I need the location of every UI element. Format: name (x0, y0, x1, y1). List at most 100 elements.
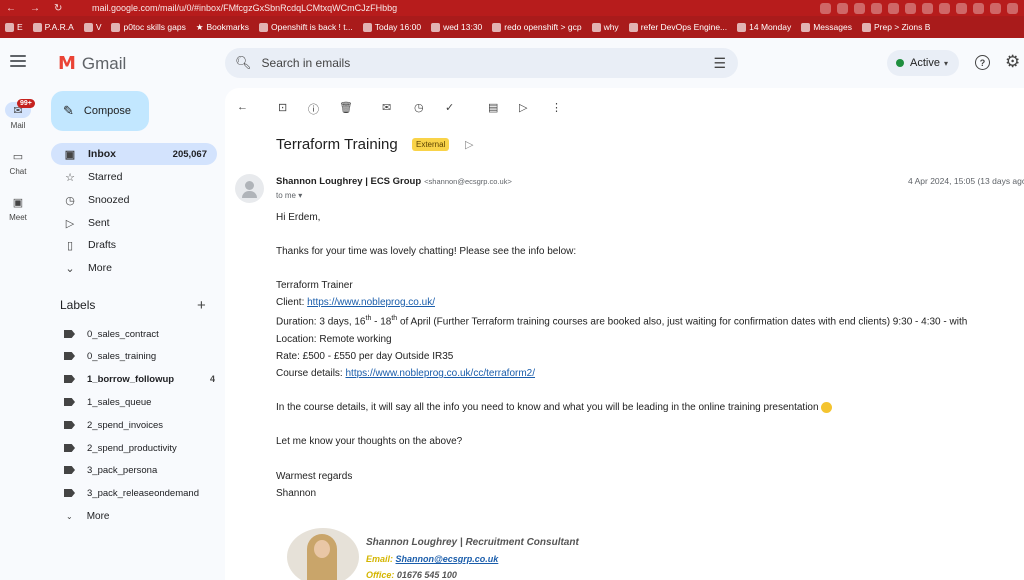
extension-icon[interactable] (1007, 2, 1018, 14)
email-signoff: Shannon (276, 488, 317, 499)
extension-icon[interactable] (871, 2, 882, 14)
label-item[interactable]: 0_sales_training (60, 346, 215, 366)
bookmark[interactable]: why (587, 22, 624, 32)
course-link[interactable]: https://www.nobleprog.co.uk/cc/terraform… (345, 368, 535, 379)
label-item[interactable]: 3_pack_persona (60, 460, 215, 480)
label-item[interactable]: 2_spend_productivity (60, 438, 215, 458)
sidebar-item-drafts[interactable]: ▯ Drafts (51, 234, 217, 256)
bookmarks-bar: E P.A.R.A V p0toc skills gaps ★ Bookmarks… (0, 16, 1024, 38)
reload-icon[interactable]: ↻ (54, 3, 62, 14)
back-icon[interactable]: ← (6, 3, 16, 14)
sender-avatar[interactable] (235, 174, 264, 203)
gmail-icon (737, 22, 747, 32)
extension-icon[interactable] (973, 2, 984, 14)
bookmark[interactable]: ★ Bookmarks (191, 22, 254, 33)
extension-icon[interactable] (888, 2, 899, 14)
move-to-icon[interactable]: ▤ (488, 101, 498, 114)
rail-chat[interactable]: ▭ Chat (0, 148, 36, 177)
bookmark[interactable]: E (0, 22, 28, 32)
extension-icon[interactable] (854, 2, 865, 14)
bookmark[interactable]: refer DevOps Engine... (624, 22, 732, 32)
clock-icon: ◷ (65, 194, 75, 207)
bookmark[interactable]: Messages (796, 22, 857, 32)
search-input[interactable]: Search in emails (262, 56, 351, 70)
rail-meet[interactable]: ▣ Meet (0, 194, 36, 223)
rail-mail[interactable]: ✉ 99+ Mail (0, 99, 36, 130)
labels-more[interactable]: ⌄ More (60, 511, 110, 522)
more-options-icon[interactable]: ⋮ (551, 101, 562, 114)
extension-icon[interactable] (905, 2, 916, 14)
extension-icons (820, 2, 1024, 14)
help-icon[interactable]: ? (975, 55, 990, 70)
extension-icon[interactable] (990, 2, 1001, 14)
gear-icon[interactable]: ⚙ (1005, 52, 1020, 72)
gmail-logo[interactable]: M Gmail (58, 53, 126, 74)
gmail-icon (628, 22, 638, 32)
mark-unread-icon[interactable]: ✉ (382, 101, 391, 114)
email-regards: Warmest regards (276, 471, 353, 482)
delete-icon[interactable]: 🗑︎ (339, 101, 353, 114)
gmail-icon (362, 22, 372, 32)
bookmark[interactable]: Openshift is back ! t... (254, 22, 358, 32)
email-rate: Rate: £500 - £550 per day Outside IR35 (276, 351, 454, 362)
snooze-icon[interactable]: ◷ (414, 101, 424, 114)
sidebar-item-more[interactable]: ⌄ More (51, 257, 217, 279)
browser-url-bar: ← → ↻ mail.google.com/mail/u/0/#inbox/FM… (0, 0, 1024, 16)
sender-name[interactable]: Shannon Loughrey | ECS Group <shannon@ecs… (276, 176, 512, 187)
forward-icon[interactable]: → (30, 3, 40, 14)
extension-icon[interactable] (956, 2, 967, 14)
label-item[interactable]: 3_pack_releaseondemand (60, 483, 215, 503)
search-options-icon[interactable]: ☰ (713, 55, 726, 72)
label-item[interactable]: 2_spend_invoices (60, 415, 215, 435)
sidebar-item-starred[interactable]: ☆ Starred (51, 166, 217, 188)
folder-icon (32, 22, 42, 32)
recipient-details[interactable]: to me ▾ (276, 191, 302, 200)
label-tag-icon (64, 398, 75, 406)
label-item[interactable]: 1_borrow_followup 4 (60, 369, 215, 389)
compose-button[interactable]: ✎ Compose (51, 91, 149, 131)
archive-icon[interactable]: ⊡ (278, 101, 287, 114)
sidebar-item-sent[interactable]: ▷ Sent (51, 212, 217, 234)
bookmark[interactable]: p0toc skills gaps (106, 22, 190, 32)
back-arrow-icon[interactable]: ← (237, 101, 248, 113)
avatar-body (242, 191, 257, 198)
bookmark-icon (492, 22, 502, 32)
main-menu-icon[interactable] (10, 55, 26, 67)
label-item[interactable]: 0_sales_contract (60, 324, 215, 344)
sidebar-item-snoozed[interactable]: ◷ Snoozed (51, 189, 217, 211)
extension-icon[interactable] (837, 2, 848, 14)
add-task-icon[interactable]: ✓ (445, 101, 454, 114)
bookmark[interactable]: wed 13:30 (426, 22, 487, 32)
email-client: Client: https://www.nobleprog.co.uk/ (276, 297, 435, 308)
bookmark[interactable]: Prep > Zions B (857, 22, 935, 32)
add-label-icon[interactable]: + (197, 297, 206, 314)
search-icon[interactable]: 🔍︎ (235, 55, 252, 71)
bookmark[interactable]: redo openshift > gcp (487, 22, 586, 32)
signature-email-link[interactable]: Shannon@ecsgrp.co.uk (396, 554, 499, 564)
external-badge[interactable]: External (412, 138, 450, 151)
status-button[interactable]: Active ▾ (887, 50, 959, 76)
report-spam-icon[interactable]: ⓘ (308, 101, 319, 117)
extension-icon[interactable] (922, 2, 933, 14)
bookmark[interactable]: V (79, 22, 107, 32)
inbox-icon: ▣ (64, 148, 76, 161)
search-bar[interactable]: 🔍︎ Search in emails ☰ (225, 48, 738, 78)
label-icon[interactable]: ▷ (519, 101, 527, 114)
star-icon: ☆ (65, 171, 75, 184)
label-item[interactable]: 1_sales_queue (60, 392, 215, 412)
client-link[interactable]: https://www.nobleprog.co.uk/ (307, 297, 435, 308)
label-count: 4 (209, 374, 215, 384)
bookmark[interactable]: P.A.R.A (28, 22, 79, 32)
video-icon: ▣ (12, 196, 24, 209)
bookmark[interactable]: Today 16:00 (358, 22, 426, 32)
extension-icon[interactable] (939, 2, 950, 14)
sidebar-item-inbox[interactable]: ▣ Inbox 205,067 (51, 143, 217, 165)
address-field[interactable]: mail.google.com/mail/u/0/#inbox/FMfcgzGx… (70, 3, 397, 13)
bookmark-icon (259, 22, 268, 32)
important-marker-icon[interactable]: ▷ (465, 138, 473, 151)
email-location: Location: Remote working (276, 334, 392, 345)
email-date: 4 Apr 2024, 15:05 (13 days ago) (908, 176, 1024, 186)
bookmark[interactable]: 14 Monday (732, 22, 796, 32)
draft-icon: ▯ (66, 239, 74, 252)
extension-icon[interactable] (820, 2, 831, 14)
